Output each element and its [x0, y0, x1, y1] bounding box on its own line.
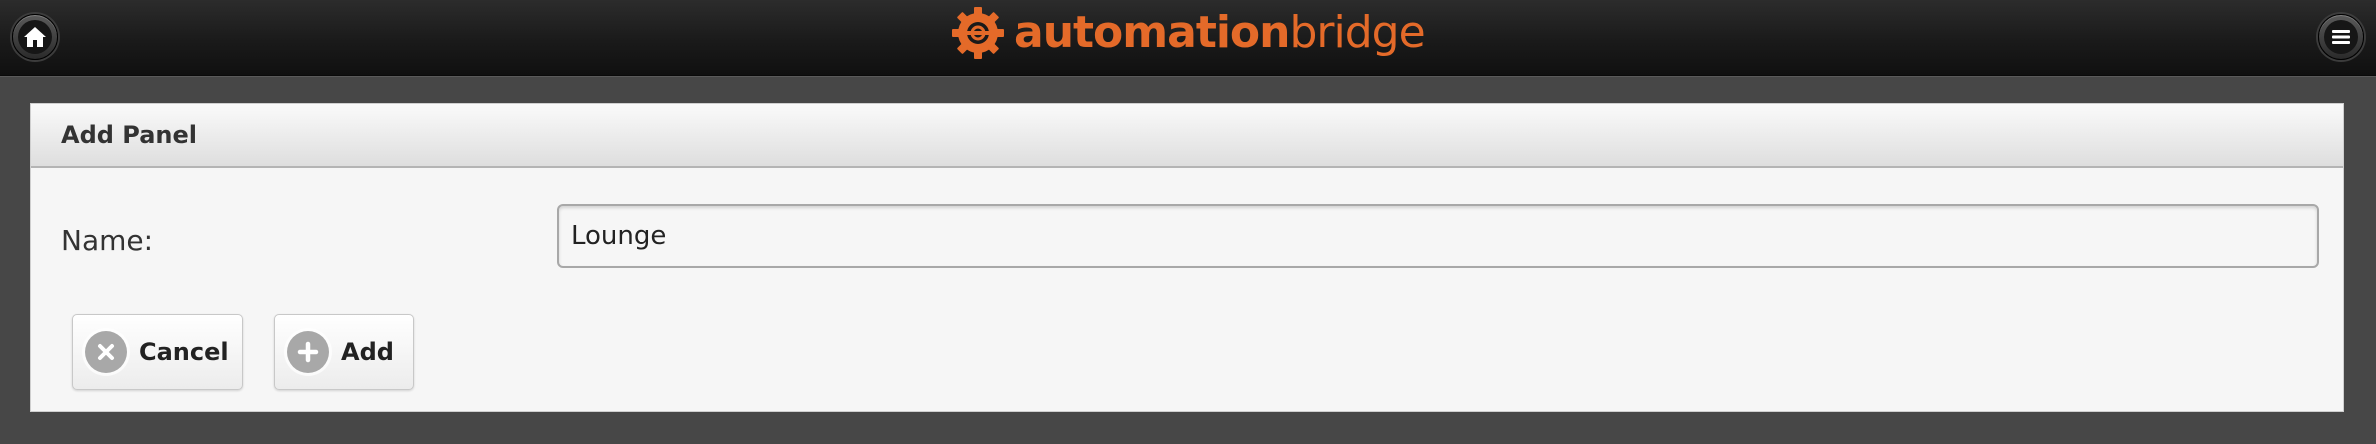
automationbridge-logo: automationbridge	[950, 5, 1426, 61]
gear-logo-icon	[952, 7, 1004, 59]
name-label: Name:	[61, 224, 154, 257]
home-button[interactable]	[12, 14, 58, 60]
add-button-label: Add	[341, 338, 394, 366]
hamburger-menu-icon	[2324, 20, 2358, 54]
menu-button[interactable]	[2318, 14, 2364, 60]
name-input[interactable]	[557, 204, 2319, 268]
panel-title: Add Panel	[61, 121, 198, 149]
cancel-button-label: Cancel	[139, 338, 229, 366]
add-button[interactable]: Add	[274, 314, 414, 390]
panel-header: Add Panel	[31, 104, 2343, 168]
plus-circle-icon	[287, 331, 329, 373]
logo-text-bold: automation	[1014, 7, 1290, 58]
add-panel-dialog: Add Panel Name: Cancel Add	[30, 103, 2344, 412]
top-navigation-bar: automationbridge	[0, 0, 2376, 76]
logo-text-light: bridge	[1289, 7, 1425, 58]
close-circle-icon	[85, 331, 127, 373]
logo-wordmark: automationbridge	[1014, 5, 1426, 61]
cancel-button[interactable]: Cancel	[72, 314, 243, 390]
home-icon	[18, 20, 52, 54]
